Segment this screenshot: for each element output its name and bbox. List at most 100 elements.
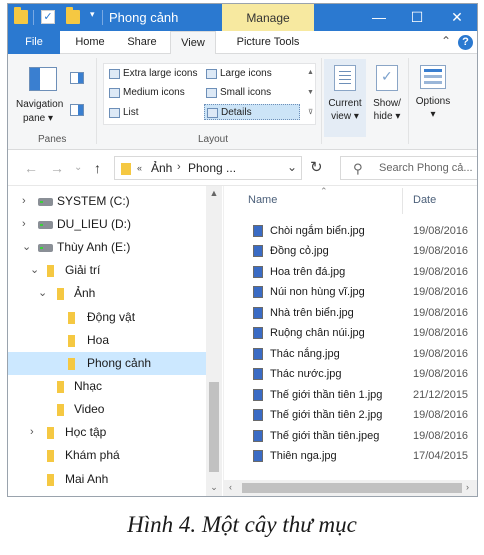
file-row[interactable]: Thế giới thần tiên 1.jpg 21/12/2015 [224,385,477,405]
layout-scroll[interactable]: ▲ ▼ ⊽ [305,63,316,125]
collapse-ribbon-icon[interactable]: ⌃ [441,34,451,48]
scroll-right-icon[interactable]: › [466,482,469,492]
breadcrumb-phong-canh[interactable]: Phong ... [188,161,236,175]
chevron-down-icon[interactable]: ⌄ [287,160,297,174]
column-header-date[interactable]: Date [413,194,436,206]
tree-item-system-c[interactable]: › SYSTEM (C:) [8,190,206,213]
column-header-name[interactable]: Name [248,194,277,206]
file-row[interactable]: Thác nước.jpg 19/08/2016 [224,364,477,384]
tree-item-phong-canh[interactable]: Phong cảnh [8,352,206,375]
file-list-scrollbar[interactable]: ‹ › [224,480,477,496]
ribbon: Navigation pane ▾ Panes Extra large icon… [8,54,477,150]
tree-label: Học tập [65,425,107,439]
image-file-icon [253,348,263,360]
divider[interactable] [402,188,403,214]
tree-item-hoc-tap[interactable]: › Học tập [8,421,206,444]
file-list: ⌃ Name Date Chòi ngắm biển.jpg 19/08/2016… [223,186,477,496]
search-input[interactable]: ⚲ Search Phong cả... [340,156,477,180]
tree-item-thuy-anh-e[interactable]: ⌄ Thùy Anh (E:) [8,236,206,259]
options-button[interactable]: Options ▾ [410,59,456,137]
new-folder-icon[interactable] [66,7,80,24]
divider [321,58,322,144]
file-row[interactable]: Thiên nga.jpg 17/04/2015 [224,446,477,466]
scroll-left-icon[interactable]: ‹ [229,482,232,492]
file-row[interactable]: Ruộng chân núi.jpg 19/08/2016 [224,323,477,343]
tab-share[interactable]: Share [122,31,162,54]
folder-icon [68,358,75,370]
tab-view[interactable]: View [170,31,216,55]
scroll-down-icon[interactable]: ⌄ [206,482,222,493]
tab-manage[interactable]: Manage [222,4,314,31]
up-button[interactable]: ↑ [94,160,101,176]
tree-item-video[interactable]: Video [8,398,206,421]
file-row[interactable]: Đồng cỏ.jpg 19/08/2016 [224,241,477,261]
chevron-down-icon[interactable]: ⌄ [22,236,31,259]
help-icon[interactable]: ? [458,35,473,50]
navigation-pane: › SYSTEM (C:) › DU_LIEU (D:) ⌄ Thùy Anh … [8,186,223,496]
close-button[interactable]: ✕ [438,4,476,31]
layout-medium-icons[interactable]: Medium icons [107,85,203,101]
chevron-down-icon[interactable]: ⌄ [38,282,47,305]
folder-icon [14,7,28,24]
tree-item-nhac[interactable]: Nhạc [8,375,206,398]
scrollbar-thumb[interactable] [209,382,219,472]
navigation-pane-icon[interactable] [29,67,57,91]
chevron-right-icon[interactable]: › [22,213,26,236]
layout-extra-large-icons[interactable]: Extra large icons [107,66,203,82]
file-row[interactable]: Thế giới thần tiên 2.jpg 19/08/2016 [224,405,477,425]
chevron-down-icon[interactable]: ⌄ [30,259,39,282]
layout-small-icons[interactable]: Small icons [204,85,296,101]
file-row[interactable]: Chòi ngắm biển.jpg 19/08/2016 [224,221,477,241]
tab-home[interactable]: Home [70,31,110,54]
image-file-icon [253,450,263,462]
navigation-pane-label[interactable]: Navigation [16,99,63,110]
file-row[interactable]: Hoa trên đá.jpg 19/08/2016 [224,262,477,282]
quick-access-dropdown[interactable]: ▾ [90,9,95,20]
maximize-button[interactable]: ☐ [398,4,436,31]
minimize-button[interactable]: — [360,4,398,31]
tree-label: DU_LIEU (D:) [57,217,132,231]
nav-pane-scrollbar[interactable]: ▲ ⌄ [206,186,222,496]
refresh-icon[interactable]: ↻ [310,158,323,176]
file-row[interactable]: Thế giới thần tiên.jpeg 19/08/2016 [224,426,477,446]
address-bar: ← → ⌄ ↑ « Ảnh › Phong ... ⌄ ↻ ⚲ Search P… [8,150,477,186]
tree-label: Phong cảnh [87,356,152,370]
tree-item-kham-pha[interactable]: Khám phá [8,444,206,467]
file-row[interactable]: Nhà trên biển.jpg 19/08/2016 [224,303,477,323]
breadcrumb-anh[interactable]: Ảnh [151,161,172,175]
current-view-button[interactable]: Current view ▾ [324,59,366,137]
tree-item-du-lieu-d[interactable]: › DU_LIEU (D:) [8,213,206,236]
tab-file[interactable]: File [8,31,60,54]
tree-item-mai-anh[interactable]: Mai Anh [8,468,206,491]
address-box[interactable]: « Ảnh › Phong ... ⌄ [114,156,302,180]
tree-item-anh[interactable]: ⌄ Ảnh [8,282,206,305]
tree-item-dong-vat[interactable]: Động vật [8,306,206,329]
image-file-icon [253,327,263,339]
details-pane-icon[interactable] [70,104,84,116]
tab-picture-tools[interactable]: Picture Tools [226,31,310,54]
back-button[interactable]: ← [24,160,38,176]
recent-locations-icon[interactable]: ⌄ [74,162,82,173]
tree-label: SYSTEM (C:) [57,194,130,208]
scrollbar-thumb[interactable] [242,483,462,493]
file-row[interactable]: Thác nắng.jpg 19/08/2016 [224,344,477,364]
image-file-icon [253,286,263,298]
scroll-up-icon[interactable]: ▲ [206,188,222,198]
layout-large-icons[interactable]: Large icons [204,66,296,82]
properties-icon[interactable]: ✓ [41,10,55,24]
layout-list[interactable]: List [107,105,203,121]
tree-label: Hoa [87,333,110,347]
layout-details[interactable]: Details [204,104,300,120]
chevron-right-icon[interactable]: › [30,421,34,444]
chevron-right-icon[interactable]: › [22,190,26,213]
forward-button[interactable]: → [50,160,64,176]
tree-item-giai-tri[interactable]: ⌄ Giải trí [8,259,206,282]
search-icon: ⚲ [353,161,363,176]
tree-label: Giải trí [65,263,101,277]
navigation-pane-label-2[interactable]: pane ▾ [23,113,53,124]
folder-icon [47,427,54,439]
tree-item-hoa[interactable]: Hoa [8,329,206,352]
preview-pane-icon[interactable] [70,72,84,84]
file-row[interactable]: Núi non hùng vĩ.jpg 19/08/2016 [224,282,477,302]
show-hide-button[interactable]: Show/hide ▾ [366,59,408,137]
